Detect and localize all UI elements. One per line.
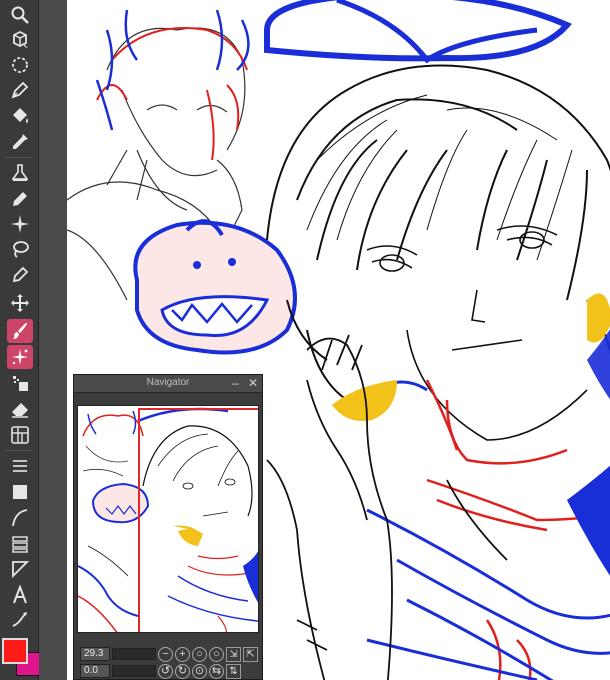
- toolbar-divider: [6, 157, 32, 158]
- fit-icon[interactable]: ○: [192, 647, 207, 662]
- text-tool-button-2[interactable]: [7, 583, 33, 607]
- frame-tool-button[interactable]: [7, 423, 33, 447]
- lasso-icon: [12, 57, 28, 73]
- perspective-icon: [12, 561, 30, 579]
- figure-tool-button[interactable]: [7, 480, 33, 504]
- navigator-panel: Navigator – ✕ 29.3 − + ○ ○ ⇲ ⇱ 0.0 ↺ ↻ ⊙…: [73, 374, 263, 680]
- rotate-left-icon[interactable]: ↺: [158, 664, 173, 679]
- main-color-swatch[interactable]: [2, 638, 28, 664]
- minimize-icon[interactable]: –: [232, 377, 239, 389]
- blend-tool-button[interactable]: [7, 161, 33, 185]
- zoom-tool-button[interactable]: [7, 3, 33, 27]
- rectangle-icon: [13, 485, 27, 499]
- ruler-tool-button[interactable]: [7, 454, 33, 478]
- zoom-slider[interactable]: [112, 648, 156, 660]
- sparkle-icon: [11, 215, 29, 233]
- gradient-tool-button[interactable]: [7, 371, 33, 395]
- move-tool-button[interactable]: [7, 291, 33, 315]
- airbrush-icon: [12, 349, 28, 365]
- zoom-input[interactable]: 29.3: [80, 647, 110, 661]
- curve-icon: [12, 509, 28, 527]
- navigator-preview[interactable]: [77, 405, 259, 633]
- airbrush-tool-button[interactable]: [7, 345, 33, 369]
- text-tool-button[interactable]: [7, 557, 33, 581]
- eyedropper-tool-button[interactable]: [7, 130, 33, 154]
- ruler-icon: [13, 460, 27, 472]
- zoom-in-icon[interactable]: +: [175, 647, 190, 662]
- rotation-slider[interactable]: [112, 665, 156, 677]
- decoration-tool-button[interactable]: [7, 212, 33, 236]
- eraser-tool-button[interactable]: [7, 397, 33, 421]
- bucket-icon: [13, 108, 28, 123]
- close-icon[interactable]: ✕: [248, 377, 258, 389]
- pencil-icon: [13, 192, 27, 206]
- correct-line-icon: [12, 612, 27, 627]
- navigator-view-frame[interactable]: [138, 408, 258, 632]
- eyedropper-icon: [13, 134, 28, 149]
- rotate-right-icon[interactable]: ↻: [175, 664, 190, 679]
- lasso-select-tool-button[interactable]: [7, 53, 33, 77]
- correct-line-tool-button[interactable]: [7, 608, 33, 632]
- frame-icon: [11, 426, 29, 444]
- balloon-tool-button[interactable]: [7, 532, 33, 556]
- blend-icon: [11, 164, 29, 181]
- marker-icon: [12, 266, 29, 283]
- rotation-input[interactable]: 0.0: [80, 664, 110, 678]
- eraser-icon: [12, 403, 28, 418]
- toolbar-divider: [6, 450, 32, 451]
- marker-tool-button[interactable]: [7, 263, 33, 287]
- reset-rotation-icon[interactable]: ⊙: [192, 664, 207, 679]
- balloon-icon: [12, 536, 28, 553]
- navigator-titlebar[interactable]: Navigator – ✕: [74, 375, 262, 393]
- auto-select-tool-button[interactable]: [7, 237, 33, 261]
- gradient-icon: [13, 376, 28, 391]
- brush-tool-button[interactable]: [7, 319, 33, 343]
- flip-vertical-icon[interactable]: ⇅: [226, 664, 241, 679]
- fit-window-icon[interactable]: ⇲: [226, 647, 241, 662]
- brush-icon: [13, 322, 28, 339]
- navigator-controls: 29.3 − + ○ ○ ⇲ ⇱ 0.0 ↺ ↻ ⊙ ⇆ ⇅: [74, 645, 262, 679]
- zoom-out-icon[interactable]: −: [158, 647, 173, 662]
- fill-tool-button[interactable]: [7, 104, 33, 128]
- pen-tool-button[interactable]: [7, 78, 33, 102]
- auto-select-icon: [13, 241, 29, 258]
- pen-icon: [11, 81, 29, 99]
- tool-palette: [0, 0, 40, 680]
- object-tool-button[interactable]: [7, 28, 33, 52]
- flip-horizontal-icon[interactable]: ⇆: [209, 664, 224, 679]
- operation-icon: [13, 30, 28, 48]
- actual-size-icon[interactable]: ○: [209, 647, 224, 662]
- fill-window-icon[interactable]: ⇱: [243, 647, 258, 662]
- pencil-tool-button[interactable]: [7, 187, 33, 211]
- magnifier-icon: [11, 6, 29, 24]
- text-icon: [13, 585, 27, 604]
- curve-tool-button[interactable]: [7, 506, 33, 530]
- move-icon: [11, 294, 29, 312]
